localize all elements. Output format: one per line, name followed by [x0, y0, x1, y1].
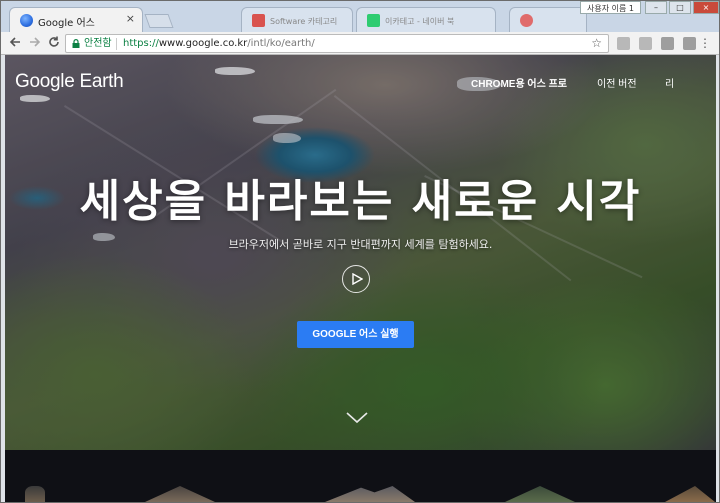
lock-icon — [72, 39, 80, 48]
kebab-menu-icon[interactable]: ⋮ — [699, 35, 711, 51]
maximize-button[interactable]: □ — [669, 1, 691, 14]
tab-favicon-icon — [520, 14, 533, 27]
extension-icon[interactable] — [639, 37, 652, 50]
tab-close-icon[interactable]: × — [126, 12, 135, 25]
hero-subheadline: 브라우저에서 곧바로 지구 반대편까지 세계를 탐험하세요. — [228, 238, 493, 251]
url-scheme: https:// — [123, 38, 159, 49]
tab-title: Google 어스 — [38, 18, 95, 29]
close-window-button[interactable]: × — [693, 1, 719, 14]
profile-label[interactable]: 사용자 이름 1 — [580, 1, 641, 14]
nav-more[interactable]: 리 — [665, 75, 674, 90]
thumbnail-image — [145, 486, 215, 502]
hero-headline: 세상을 바라보는 새로운 시각 — [79, 176, 642, 227]
thumbnail-image — [505, 486, 575, 502]
extension-icon[interactable] — [683, 37, 696, 50]
reload-icon[interactable] — [46, 35, 62, 51]
nav-chrome-earth-pro[interactable]: CHROME용 어스 프로 — [471, 75, 567, 90]
address-separator — [116, 38, 117, 50]
thumbnail-image — [25, 486, 45, 502]
address-bar[interactable]: 안전함 https://www.google.co.kr/intl/ko/ear… — [65, 34, 609, 53]
tab-favicon-icon — [252, 14, 265, 27]
content-band — [5, 450, 716, 502]
play-video-button[interactable] — [342, 265, 370, 293]
google-earth-favicon-icon — [20, 14, 33, 27]
tab-favicon-icon — [367, 14, 380, 27]
minimize-button[interactable]: – — [645, 1, 667, 14]
play-icon — [352, 273, 363, 285]
url-host: www.google.co.kr — [158, 38, 248, 49]
new-tab-button[interactable] — [144, 14, 174, 28]
google-earth-logo[interactable]: Google Earth — [15, 71, 124, 93]
tab-title: 이카테고 - 네이버 북 — [385, 17, 455, 26]
nav-previous-version[interactable]: 이전 버전 — [597, 75, 637, 90]
background-tab[interactable] — [509, 7, 587, 32]
url-text: https://www.google.co.kr/intl/ko/earth/ — [123, 35, 315, 52]
star-icon[interactable]: ☆ — [591, 35, 602, 52]
url-path: /intl/ko/earth/ — [247, 38, 315, 49]
chevron-down-icon[interactable] — [345, 411, 369, 425]
secure-label: 안전함 — [84, 38, 112, 49]
forward-icon[interactable] — [27, 35, 43, 51]
browser-toolbar: 안전함 https://www.google.co.kr/intl/ko/ear… — [1, 32, 719, 55]
back-icon[interactable] — [7, 35, 23, 51]
extension-icon[interactable] — [617, 37, 630, 50]
thumbnail-image — [325, 486, 415, 502]
tab-strip: Google 어스 × Software 카테고리 이카테고 - 네이버 북 사… — [1, 1, 719, 32]
extension-icon[interactable] — [661, 37, 674, 50]
tab-title: Software 카테고리 — [270, 17, 338, 26]
browser-window: Google 어스 × Software 카테고리 이카테고 - 네이버 북 사… — [0, 0, 720, 503]
background-tab[interactable]: 이카테고 - 네이버 북 — [356, 7, 496, 32]
launch-google-earth-button[interactable]: GOOGLE 어스 실행 — [297, 321, 414, 348]
tab-google-earth[interactable]: Google 어스 × — [9, 7, 143, 32]
hero-overlay — [5, 55, 716, 450]
background-tab[interactable]: Software 카테고리 — [241, 7, 353, 32]
hero-section: Google Earth CHROME용 어스 프로 이전 버전 리 세상을 바… — [5, 55, 716, 450]
thumbnail-image — [665, 486, 715, 502]
